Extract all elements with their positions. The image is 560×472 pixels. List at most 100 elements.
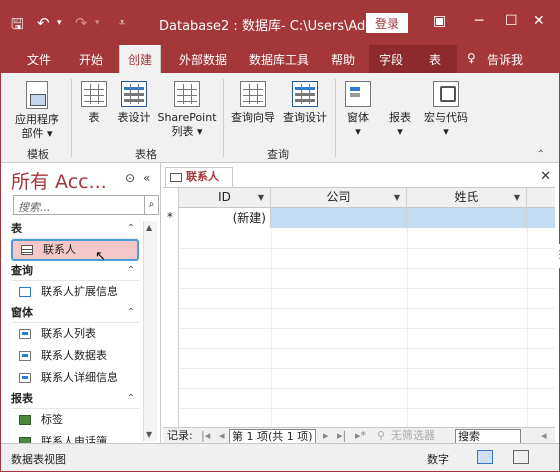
maximize-icon[interactable]: ☐ <box>505 13 518 29</box>
lightbulb-icon[interactable]: ♀ <box>467 51 476 65</box>
new-record-extra-cell[interactable] <box>527 208 555 228</box>
column-header-id[interactable]: ID ▼ <box>179 188 271 208</box>
chevron-down-icon[interactable]: ▼ <box>394 188 400 207</box>
collapse-icon[interactable]: ⌃ <box>127 261 135 281</box>
filter-status[interactable]: 无筛选器 <box>391 428 435 443</box>
collapse-icon[interactable]: ⌃ <box>127 219 135 239</box>
tab-create[interactable]: 创建 <box>119 45 162 73</box>
login-button[interactable]: 登录 <box>366 13 408 33</box>
ribbon-create: 应用程序 部件 ▾ 表 表设计 SharePoint 列表 ▾ 查询向导 查询设… <box>1 73 560 269</box>
tab-home[interactable]: 开始 <box>79 51 103 68</box>
record-selector-column[interactable] <box>163 188 179 428</box>
tab-help[interactable]: 帮助 <box>331 51 355 68</box>
nav-item-contact-datasheet[interactable]: 联系人数据表 <box>11 345 139 367</box>
grid-line <box>179 248 555 249</box>
scroll-down-icon[interactable]: ▼ <box>146 430 152 439</box>
tab-external-data[interactable]: 外部数据 <box>179 51 227 68</box>
chevron-down-icon[interactable]: ▾ <box>57 18 62 28</box>
chevron-up-icon[interactable]: ⌃ <box>537 149 545 160</box>
search-icon[interactable]: ⌕ <box>145 195 159 215</box>
sharepoint-list-label: SharePoint 列表 ▾ <box>157 111 217 138</box>
last-record-button[interactable]: ▸| <box>337 428 346 443</box>
query-design-label: 查询设计 <box>283 111 327 124</box>
nav-pane-title[interactable]: 所有 Acc... <box>11 167 107 194</box>
filter-icon: ⚲ <box>377 429 386 442</box>
first-record-button[interactable]: |◂ <box>201 428 210 443</box>
nav-category-tables[interactable]: 表 ⌃ <box>11 219 139 239</box>
macros-code-button[interactable]: 宏与代码 ▾ <box>419 81 473 139</box>
query-design-button[interactable]: 查询设计 <box>279 81 331 125</box>
tab-database-tools[interactable]: 数据库工具 <box>249 51 309 68</box>
record-search-input[interactable]: 搜索 <box>455 429 521 444</box>
mouse-cursor-icon: ↖ <box>95 249 106 264</box>
nav-category-reports[interactable]: 报表 ⌃ <box>11 389 139 409</box>
reports-button[interactable]: 报表 ▾ <box>383 81 560 269</box>
datasheet-grid[interactable]: ID ▼ 公司 ▼ 姓氏 ▼ * (新建) <box>163 187 555 428</box>
chevron-down-icon[interactable]: ▼ <box>258 188 264 207</box>
scroll-left-icon[interactable]: ◂ <box>541 428 547 443</box>
form-icon <box>19 329 31 339</box>
table-icon <box>21 245 33 255</box>
new-record-id-cell[interactable]: (新建) <box>179 208 271 228</box>
access-window: 🖫 ↶ ▾ ↷ ▾ ⩡ Database2 : 数据库- C:\Users\Ad… <box>0 0 560 472</box>
column-header-add[interactable] <box>527 188 555 208</box>
tell-me-search[interactable]: 告诉我 <box>487 51 523 68</box>
nav-item-contact-list[interactable]: 联系人列表 <box>11 323 139 345</box>
macro-icon <box>433 81 459 107</box>
title-bar: 🖫 ↶ ▾ ↷ ▾ ⩡ Database2 : 数据库- C:\Users\Ad… <box>1 1 559 45</box>
table-icon <box>81 81 107 107</box>
grid-line <box>179 268 555 269</box>
new-record-last-name-cell[interactable] <box>407 208 527 228</box>
tab-file[interactable]: 文件 <box>27 51 51 68</box>
grid-line <box>179 348 555 349</box>
minimize-icon[interactable]: ─ <box>475 13 483 29</box>
scroll-up-icon[interactable]: ▲ <box>146 223 152 232</box>
query-wizard-button[interactable]: 查询向导 <box>227 81 279 125</box>
nav-item-contacts-table[interactable]: 联系人 <box>11 239 139 261</box>
document-area: 联系人 ✕ ID ▼ 公司 ▼ 姓氏 ▼ * (新建) 记录: |◂ ◂ 第 1… <box>161 163 559 444</box>
grid-line <box>179 288 555 289</box>
sharepoint-list-button[interactable]: SharePoint 列表 ▾ <box>155 81 219 139</box>
doc-tab-contacts[interactable]: 联系人 <box>165 167 233 187</box>
forms-button[interactable]: 窗体 ▾ <box>341 81 375 139</box>
nav-item-contact-details[interactable]: 联系人详细信息 <box>11 367 139 389</box>
table-button[interactable]: 表 <box>79 81 109 125</box>
close-document-icon[interactable]: ✕ <box>540 169 551 184</box>
nav-category-queries[interactable]: 查询 ⌃ <box>11 261 139 281</box>
nav-menu-icon[interactable]: ⊙ <box>125 171 135 185</box>
design-view-icon[interactable] <box>513 450 529 464</box>
table-design-label: 表设计 <box>117 111 151 124</box>
close-icon[interactable]: ✕ <box>533 13 545 29</box>
save-icon[interactable]: 🖫 <box>11 14 24 39</box>
ribbon-display-icon[interactable]: ▣ <box>433 13 446 29</box>
tab-fields[interactable]: 字段 <box>379 51 403 68</box>
num-lock-indicator: 数字 <box>427 453 449 466</box>
datasheet-view-icon[interactable] <box>477 450 493 464</box>
table-button-label: 表 <box>88 111 100 124</box>
shutter-bar-icon[interactable]: « <box>143 171 150 185</box>
column-header-company[interactable]: 公司 ▼ <box>271 188 407 208</box>
application-parts-button[interactable]: 应用程序 部件 ▾ <box>9 81 65 141</box>
tab-table[interactable]: 表 <box>429 51 441 68</box>
chevron-down-icon[interactable]: ▼ <box>514 188 520 207</box>
nav-scrollbar[interactable]: ▲ ▼ <box>143 221 157 441</box>
query-wizard-label: 查询向导 <box>231 111 275 124</box>
table-design-button[interactable]: 表设计 <box>115 81 153 125</box>
previous-record-button[interactable]: ◂ <box>219 428 225 443</box>
nav-item-contacts-extended[interactable]: 联系人扩展信息 <box>11 281 139 303</box>
next-record-button[interactable]: ▸ <box>323 428 329 443</box>
undo-icon[interactable]: ↶ <box>37 14 50 32</box>
nav-search-input[interactable]: 搜索... <box>13 195 145 215</box>
nav-item-labels[interactable]: 标签 <box>11 409 139 431</box>
redo-icon[interactable]: ↷ <box>75 14 88 32</box>
new-record-marker: * <box>167 210 173 224</box>
chevron-down-icon[interactable]: ▾ <box>95 18 100 28</box>
new-record-company-cell[interactable] <box>271 208 407 228</box>
new-record-button[interactable]: ▸* <box>355 428 366 443</box>
nav-category-forms[interactable]: 窗体 ⌃ <box>11 303 139 323</box>
customize-qat-icon[interactable]: ⩡ <box>119 16 125 30</box>
collapse-icon[interactable]: ⌃ <box>127 303 135 323</box>
collapse-icon[interactable]: ⌃ <box>127 389 135 409</box>
current-record-field[interactable]: 第 1 项(共 1 项) <box>229 429 316 444</box>
column-header-last-name[interactable]: 姓氏 ▼ <box>407 188 527 208</box>
